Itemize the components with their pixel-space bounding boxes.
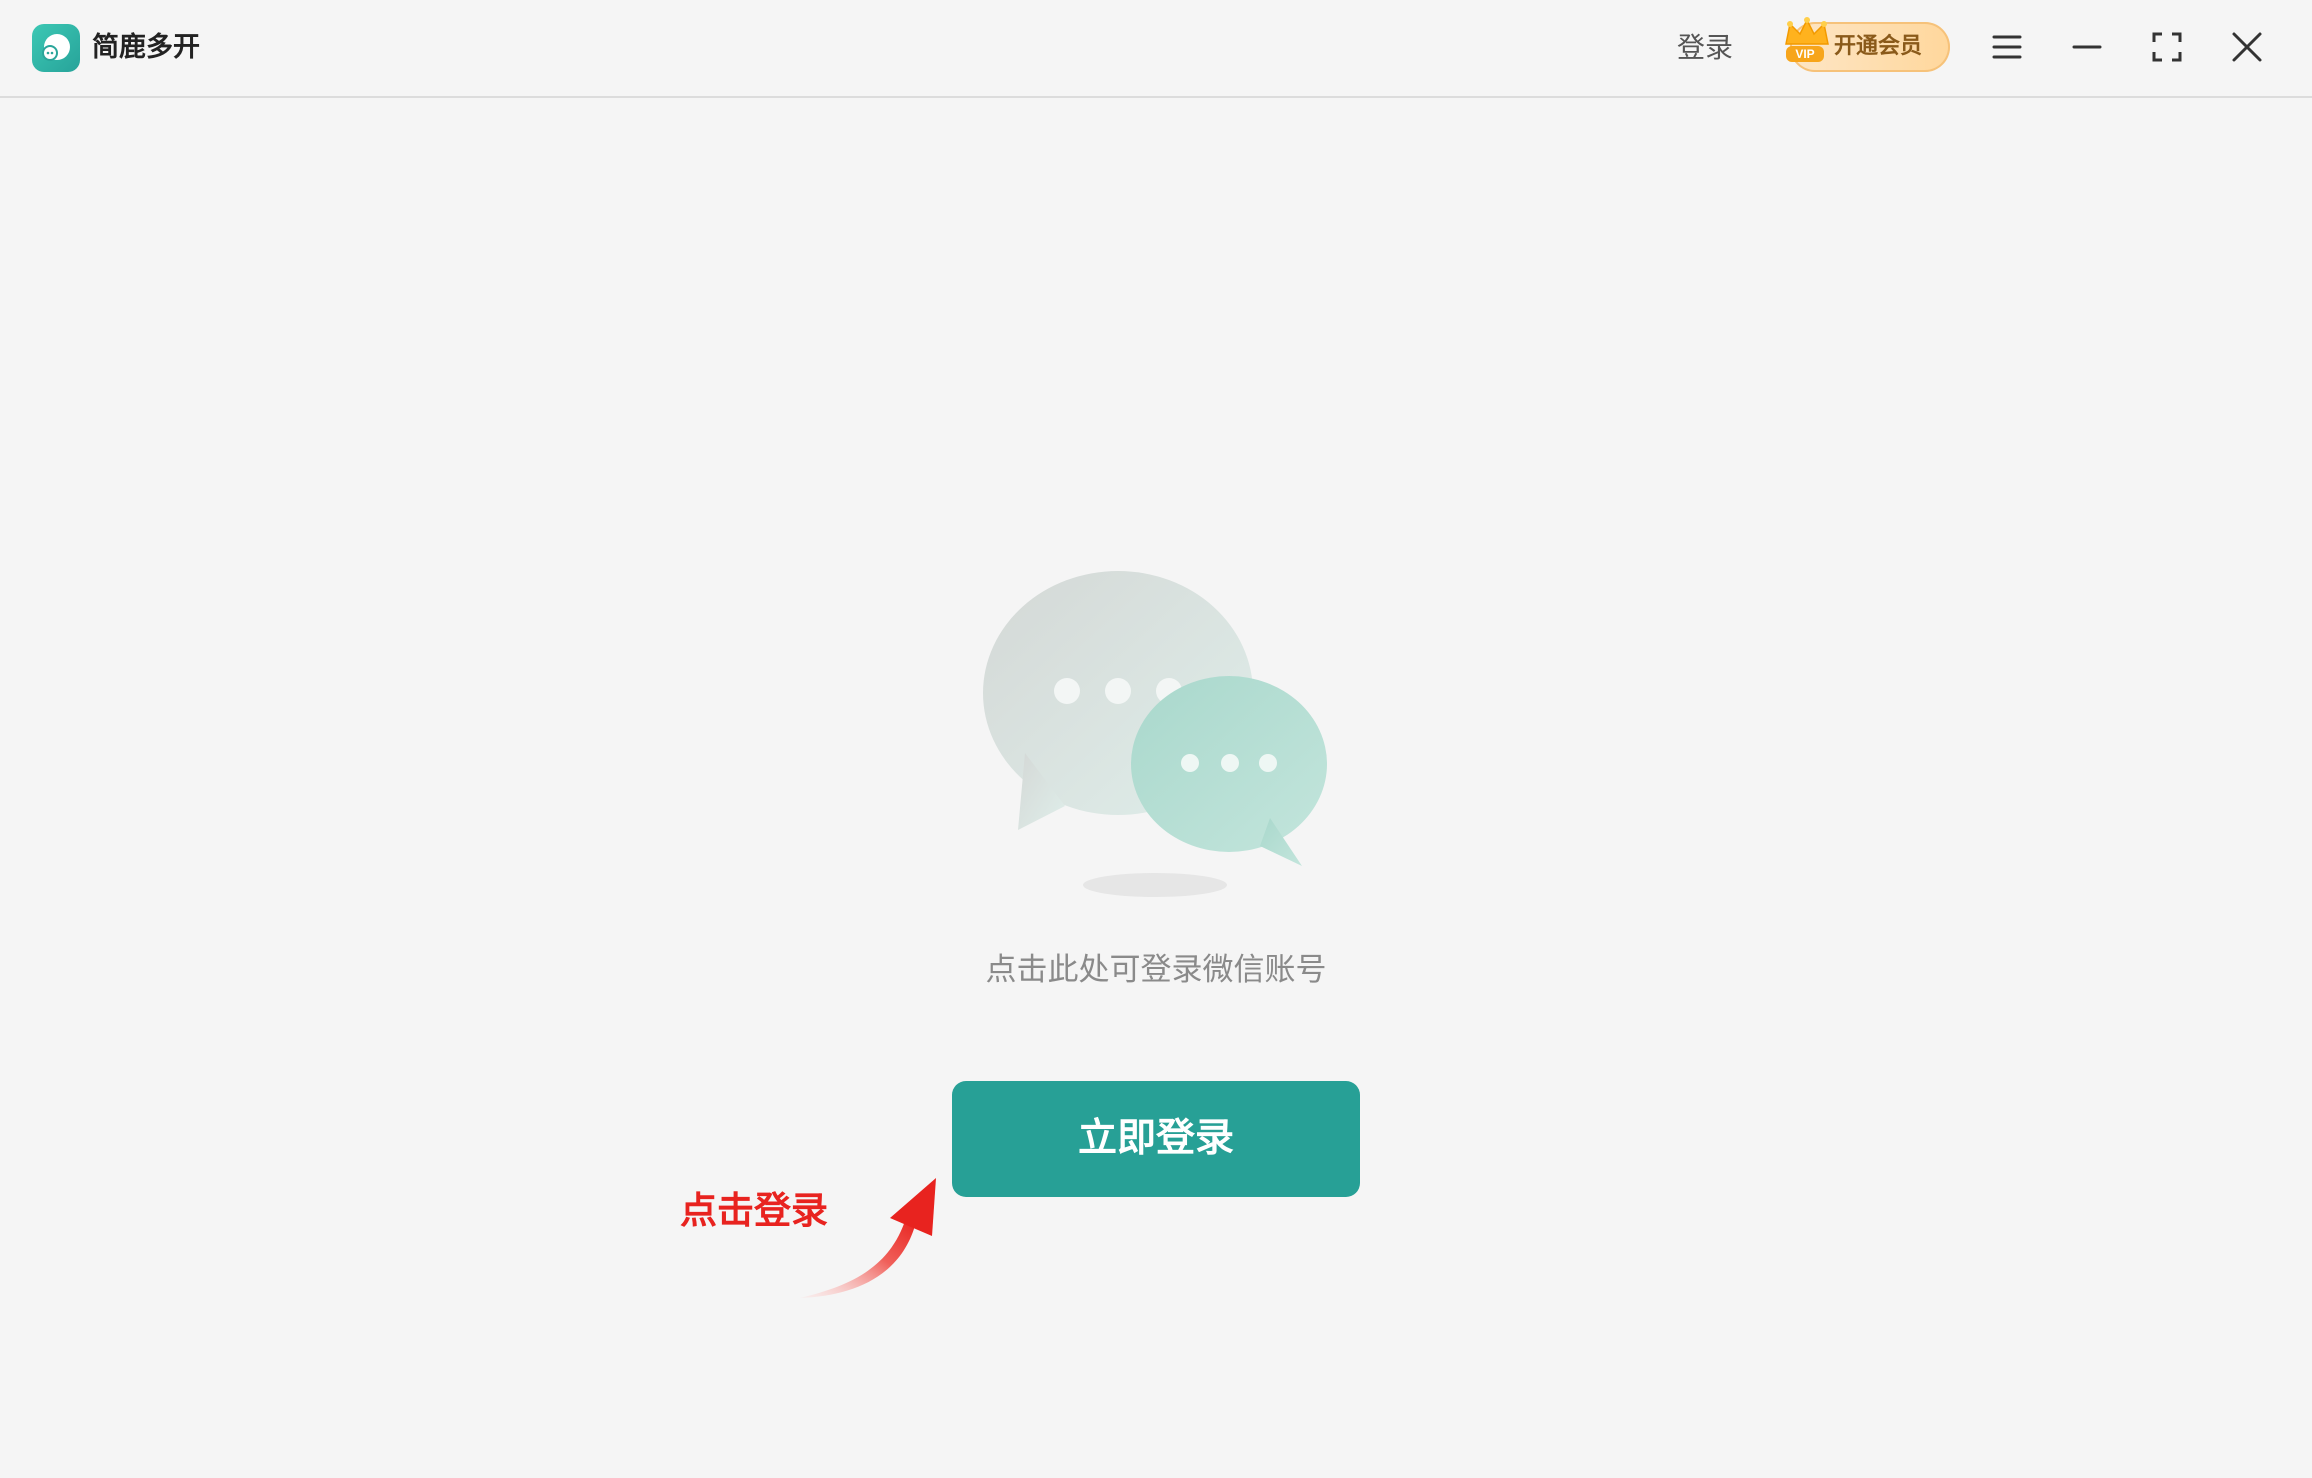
chat-bubbles-illustration[interactable] xyxy=(980,568,1340,908)
fullscreen-icon[interactable] xyxy=(2144,24,2190,70)
app-logo xyxy=(32,24,80,72)
minimize-icon[interactable] xyxy=(2064,24,2110,70)
vip-badge-text: VIP xyxy=(1795,47,1814,61)
red-arrow-icon xyxy=(800,1178,936,1298)
login-link[interactable]: 登录 xyxy=(1670,26,1740,70)
main-content: 点击此处可登录微信账号 立即登录 点击登录 xyxy=(0,98,2312,1478)
login-now-button[interactable]: 立即登录 xyxy=(952,1081,1360,1197)
hamburger-menu-icon[interactable] xyxy=(1984,24,2030,70)
vip-label: 开通会员 xyxy=(1834,34,1923,59)
crown-icon: VIP xyxy=(1785,17,1829,62)
title-bar: 简鹿多开 登录 VIP 开通会员 xyxy=(0,0,2312,98)
app-window: 简鹿多开 登录 VIP 开通会员 点击此处可登录微信账号 立即登录 点击登录 xyxy=(0,0,2312,1478)
login-hint-text[interactable]: 点击此处可登录微信账号 xyxy=(856,948,1456,992)
vip-membership-button[interactable]: VIP 开通会员 xyxy=(1785,17,1950,72)
close-icon[interactable] xyxy=(2224,24,2270,70)
app-title: 简鹿多开 xyxy=(92,32,200,63)
